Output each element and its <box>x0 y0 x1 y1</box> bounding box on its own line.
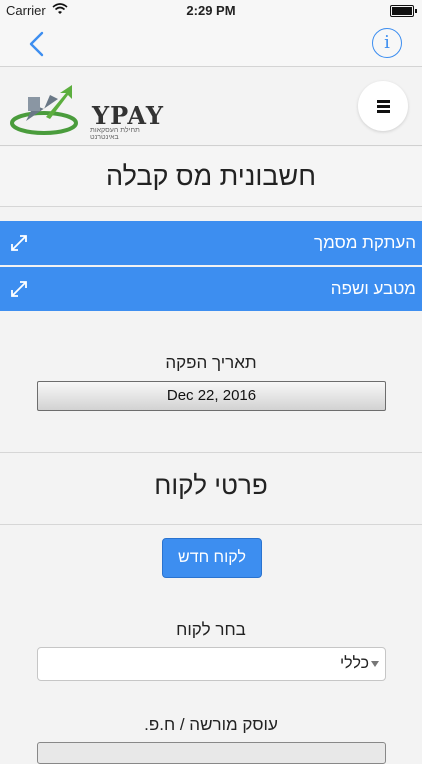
currency-language-section[interactable]: מטבע ושפה <box>0 267 422 311</box>
customer-details-heading: פרטי לקוח <box>154 470 268 500</box>
logo-tagline: תחילת העסקאות באינטרנט <box>90 127 140 141</box>
section-divider <box>0 524 422 525</box>
currency-language-label: מטבע ושפה <box>330 279 416 298</box>
battery-icon <box>390 5 417 17</box>
copy-document-section[interactable]: העתקת מסמך <box>0 221 422 265</box>
customer-select[interactable]: כללי <box>37 647 386 681</box>
hamburger-icon-bar <box>377 110 390 113</box>
logo-graphic <box>10 85 78 135</box>
hamburger-icon <box>377 100 390 103</box>
expand-icon <box>11 281 27 297</box>
page-title-panel: חשבונית מס קבלה <box>0 147 422 207</box>
issue-date-section: תאריך הפקה Dec 22, 2016 <box>0 332 422 450</box>
ypay-logo: YPAY תחילת העסקאות באינטרנט <box>10 83 163 141</box>
clock: 2:29 PM <box>186 3 236 18</box>
customer-select-value: כללי <box>339 655 369 672</box>
issue-date-picker[interactable]: Dec 22, 2016 <box>37 381 386 411</box>
status-bar: Carrier 2:29 PM <box>0 0 422 22</box>
info-button[interactable]: i <box>372 28 402 58</box>
back-chevron-icon[interactable] <box>26 30 52 58</box>
issue-date-label: תאריך הפקה <box>165 353 257 372</box>
dealer-id-input[interactable] <box>37 742 386 764</box>
section-divider <box>0 452 422 453</box>
new-customer-button[interactable]: לקוח חדש <box>162 538 262 578</box>
page-title: חשבונית מס קבלה <box>106 161 316 191</box>
navigation-bar: i <box>0 22 422 67</box>
hamburger-menu-button[interactable] <box>358 81 408 131</box>
expand-icon <box>11 235 27 251</box>
app-header: YPAY תחילת העסקאות באינטרנט <box>0 67 422 146</box>
hamburger-icon-bar <box>377 105 390 108</box>
select-customer-label: בחר לקוח <box>176 620 246 639</box>
dealer-id-label: עוסק מורשה / ח.פ. <box>144 715 278 734</box>
logo-wordmark: YPAY <box>92 101 164 130</box>
dropdown-caret-icon <box>371 661 379 667</box>
copy-document-label: העתקת מסמך <box>314 233 416 252</box>
